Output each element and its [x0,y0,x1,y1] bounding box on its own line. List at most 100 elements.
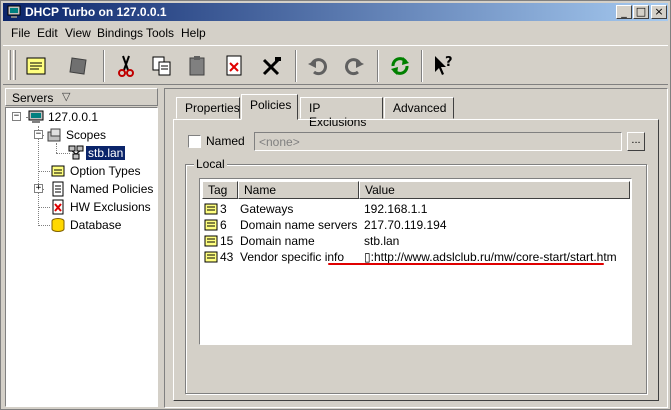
app-icon [7,5,21,18]
tree-line [38,225,50,226]
window-title: DHCP Turbo on 127.0.0.1 [25,5,167,19]
tab-label: Properties [185,101,240,115]
toolbar-separator [295,50,297,82]
delete-button[interactable] [217,50,251,82]
hw-exclusions-icon [52,199,64,215]
expand-toggle[interactable]: − [34,130,43,139]
cube-button[interactable] [61,50,95,82]
toolbar-grip[interactable] [13,50,16,80]
cell-tag: 43 [220,250,234,264]
cell-name: Gateways [240,202,294,216]
option-icon [204,203,218,215]
help-pointer-icon: ? [435,55,453,75]
tree-line [38,207,50,208]
toolbar-grip[interactable] [8,50,11,80]
options-list[interactable]: Tag Name Value 3 Gateways 192.168.1.1 6 … [199,178,632,345]
option-types-icon [51,165,65,177]
copy-button[interactable] [145,50,179,82]
option-icon [204,219,218,231]
filter-dropdown-icon[interactable]: ▽ [62,90,70,103]
column-header-tag[interactable]: Tag [202,181,238,199]
delete-icon [226,55,242,76]
cell-name: Domain name servers [240,218,358,232]
menu-tools[interactable]: Tools [146,26,174,40]
tools-icon [262,57,281,76]
toolbar-separator [103,50,105,82]
browse-button[interactable]: ... [627,132,645,151]
toolbar-separator [377,50,379,82]
tab-label: Policies [250,98,292,112]
server-tree[interactable]: − 127.0.0.1 − Scopes stb.lan Option Type… [5,107,158,407]
cell-value: ▯:http://www.adslclub.ru/mw/core-start/s… [364,250,617,264]
undo-icon [308,58,327,76]
document-icon [52,181,64,197]
cell-tag: 3 [220,202,227,216]
expand-toggle[interactable]: − [12,112,21,121]
tree-node-label: stb.lan [86,146,126,160]
toolbar-separator [421,50,423,82]
undo-button[interactable] [301,50,335,82]
menu-file[interactable]: File [11,26,30,40]
column-label: Value [365,183,395,197]
help-pointer-button[interactable]: ? [427,50,461,82]
minimize-button[interactable]: _ [616,5,632,19]
tab-properties[interactable]: Properties [176,97,240,119]
tab-ip-exclusions[interactable]: IP Exclusions [300,97,383,129]
tab-policies[interactable]: Policies [241,94,298,120]
title-bar[interactable]: DHCP Turbo on 127.0.0.1 _ □ × [3,3,668,21]
svg-text:?: ? [445,55,453,70]
column-header-value[interactable]: Value [359,181,630,199]
cell-tag: 6 [220,218,227,232]
paste-icon [189,56,205,76]
menu-bar: File Edit View Bindings Tools Help [3,23,668,43]
close-button[interactable]: × [651,5,667,19]
tab-label: Advanced [393,101,447,115]
column-header-name[interactable]: Name [238,181,359,199]
named-checkbox[interactable] [188,135,201,148]
tab-advanced[interactable]: Advanced [384,97,454,119]
table-row[interactable]: 15 Domain name stb.lan [202,233,630,249]
paste-button[interactable] [181,50,215,82]
copy-icon [152,56,171,76]
cell-value: 192.168.1.1 [364,202,428,216]
properties-button[interactable] [19,50,53,82]
named-policy-field[interactable]: <none> [254,132,622,151]
menu-help[interactable]: Help [181,26,206,40]
column-label: Name [244,183,277,197]
maximize-button[interactable]: □ [633,5,649,19]
menu-bindings[interactable]: Bindings [97,26,143,40]
tools-button[interactable] [255,50,289,82]
toolbar: ? [3,45,668,85]
scopes-icon [47,128,61,142]
table-row[interactable]: 3 Gateways 192.168.1.1 [202,201,630,217]
tree-line [38,171,50,172]
cube-icon [69,57,87,75]
tree-node-label: Named Policies [70,182,154,196]
servers-header[interactable]: Servers ▽ [5,88,158,106]
menu-edit[interactable]: Edit [37,26,58,40]
database-icon [51,218,65,232]
computer-icon [28,110,44,123]
cell-value: 217.70.119.194 [364,218,447,232]
expand-toggle[interactable]: + [34,184,43,193]
cell-value: stb.lan [364,234,400,248]
refresh-button[interactable] [383,50,417,82]
cut-button[interactable] [109,50,143,82]
redo-button[interactable] [337,50,371,82]
tree-node-label: Database [70,218,122,232]
redo-icon [345,58,364,76]
tree-node-label: 127.0.0.1 [48,110,99,124]
app-window: DHCP Turbo on 127.0.0.1 _ □ × File Edit … [0,0,671,410]
tree-node-label: Scopes [66,128,107,142]
cell-name: Domain name [240,234,315,248]
menu-view[interactable]: View [65,26,91,40]
tree-node-label: HW Exclusions [70,200,151,214]
properties-icon [26,57,46,75]
column-label: Tag [208,183,228,197]
tree-line [38,126,39,226]
red-annotation-underline [328,263,604,265]
cut-icon [118,55,134,77]
table-row[interactable]: 6 Domain name servers 217.70.119.194 [202,217,630,233]
option-icon [204,251,218,263]
servers-header-label: Servers [12,91,54,105]
